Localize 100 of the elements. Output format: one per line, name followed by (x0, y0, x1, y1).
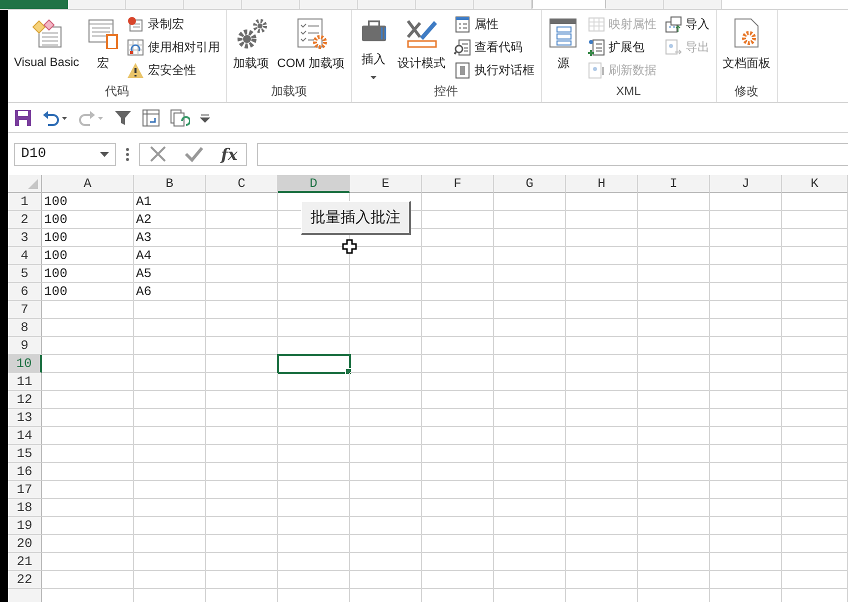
undo-icon[interactable] (42, 108, 68, 126)
table-cell (134, 463, 206, 481)
ribbon-button[interactable]: 使用相对引用 (124, 36, 224, 59)
table-cell: 100 (42, 193, 134, 211)
ribbon-button[interactable]: 文档面板 (720, 13, 774, 81)
table-cell (134, 517, 206, 535)
row-header[interactable]: 22 (8, 571, 42, 589)
row-header[interactable]: 9 (8, 337, 42, 355)
table-cell (134, 499, 206, 517)
row-header[interactable]: 3 (8, 229, 42, 247)
ribbon-tab[interactable] (474, 0, 532, 9)
ribbon-tab[interactable] (242, 0, 300, 9)
row-header[interactable]: 14 (8, 427, 42, 445)
fill-handle[interactable] (345, 368, 352, 375)
column-header[interactable]: B (134, 175, 206, 193)
ribbon-tab[interactable] (664, 0, 722, 9)
ribbon-button[interactable]: 查看代码 (450, 36, 538, 59)
column-header[interactable]: J (710, 175, 782, 193)
column-header[interactable]: K (782, 175, 848, 193)
row-header[interactable]: 13 (8, 409, 42, 427)
formula-input[interactable] (257, 142, 848, 166)
row-header[interactable]: 7 (8, 301, 42, 319)
table-cell (782, 193, 848, 211)
table-cell (422, 301, 494, 319)
table-cell (278, 409, 350, 427)
column-header[interactable]: I (638, 175, 710, 193)
name-box[interactable]: D10 (14, 142, 116, 166)
ribbon-tab[interactable] (184, 0, 242, 9)
row-header[interactable]: 4 (8, 247, 42, 265)
ribbon-tab[interactable] (532, 0, 606, 9)
column-header[interactable]: F (422, 175, 494, 193)
ribbon-button[interactable]: 宏安全性 (124, 59, 224, 82)
table-cell (494, 499, 566, 517)
ribbon-tab[interactable] (68, 0, 126, 9)
table-cell (350, 409, 422, 427)
ribbon-tab[interactable] (300, 0, 358, 9)
row-header[interactable]: 19 (8, 517, 42, 535)
filter-icon[interactable] (114, 108, 132, 126)
table-cell (494, 247, 566, 265)
table-cell (566, 427, 638, 445)
table-cell (782, 211, 848, 229)
file-tab[interactable] (0, 0, 68, 9)
row-header[interactable]: 1 (8, 193, 42, 211)
column-header[interactable]: H (566, 175, 638, 193)
ribbon-button[interactable]: COM 加载项 (274, 13, 348, 81)
table-cell (710, 391, 782, 409)
ribbon-button[interactable]: 设计模式 (394, 13, 448, 81)
row-header[interactable]: 21 (8, 553, 42, 571)
pivot-icon[interactable] (142, 108, 160, 126)
ribbon-button[interactable]: 执行对话框 (450, 59, 538, 82)
row-header[interactable]: 11 (8, 373, 42, 391)
refresh-pages-icon[interactable] (170, 108, 190, 126)
ribbon-tab[interactable] (126, 0, 184, 9)
table-cell (710, 337, 782, 355)
table-cell (710, 427, 782, 445)
row-header[interactable]: 16 (8, 463, 42, 481)
ribbon-button[interactable]: 录制宏 (124, 13, 224, 36)
row-header[interactable]: 2 (8, 211, 42, 229)
table-cell (206, 391, 278, 409)
ribbon-button[interactable]: 源 (544, 13, 582, 81)
ribbon-button[interactable]: 加载项 (230, 13, 272, 81)
table-cell (422, 211, 494, 229)
row-header[interactable]: 8 (8, 319, 42, 337)
column-header[interactable]: A (42, 175, 134, 193)
ribbon-button[interactable]: 属性 (450, 13, 538, 36)
ribbon-button[interactable]: 导入 (662, 13, 712, 36)
row-header[interactable]: 18 (8, 499, 42, 517)
table-cell (638, 481, 710, 499)
row-header[interactable]: 17 (8, 481, 42, 499)
row-header[interactable]: 5 (8, 265, 42, 283)
ribbon-button[interactable]: 宏 (84, 13, 122, 81)
row-header[interactable]: 6 (8, 283, 42, 301)
table-cell (710, 517, 782, 535)
column-header[interactable]: D (278, 175, 350, 193)
table-cell (134, 355, 206, 373)
table-cell (278, 481, 350, 499)
ribbon-tab[interactable] (606, 0, 664, 9)
column-header[interactable]: C (206, 175, 278, 193)
row-header[interactable]: 20 (8, 535, 42, 553)
table-cell (494, 373, 566, 391)
active-cell[interactable] (278, 355, 350, 373)
row-header[interactable]: 10 (8, 355, 42, 373)
ribbon-tab[interactable] (416, 0, 474, 9)
save-icon[interactable] (14, 108, 32, 126)
row-header[interactable]: 12 (8, 391, 42, 409)
group-label: 加载项 (270, 83, 308, 100)
table-cell (350, 571, 422, 589)
table-cell (566, 247, 638, 265)
row-header[interactable]: 15 (8, 445, 42, 463)
import-icon (664, 16, 682, 33)
table-cell (710, 571, 782, 589)
column-header[interactable]: G (494, 175, 566, 193)
ribbon-tab[interactable] (358, 0, 416, 9)
insert-function-button[interactable]: fx (220, 144, 238, 164)
ribbon-button[interactable]: 扩展包 (584, 36, 660, 59)
ribbon-button[interactable]: Visual Basic (11, 13, 82, 81)
column-header[interactable]: E (350, 175, 422, 193)
form-button[interactable]: 批量插入批注 (301, 201, 411, 235)
row-header[interactable] (8, 589, 42, 602)
ribbon-button[interactable]: 插入 (354, 13, 392, 81)
